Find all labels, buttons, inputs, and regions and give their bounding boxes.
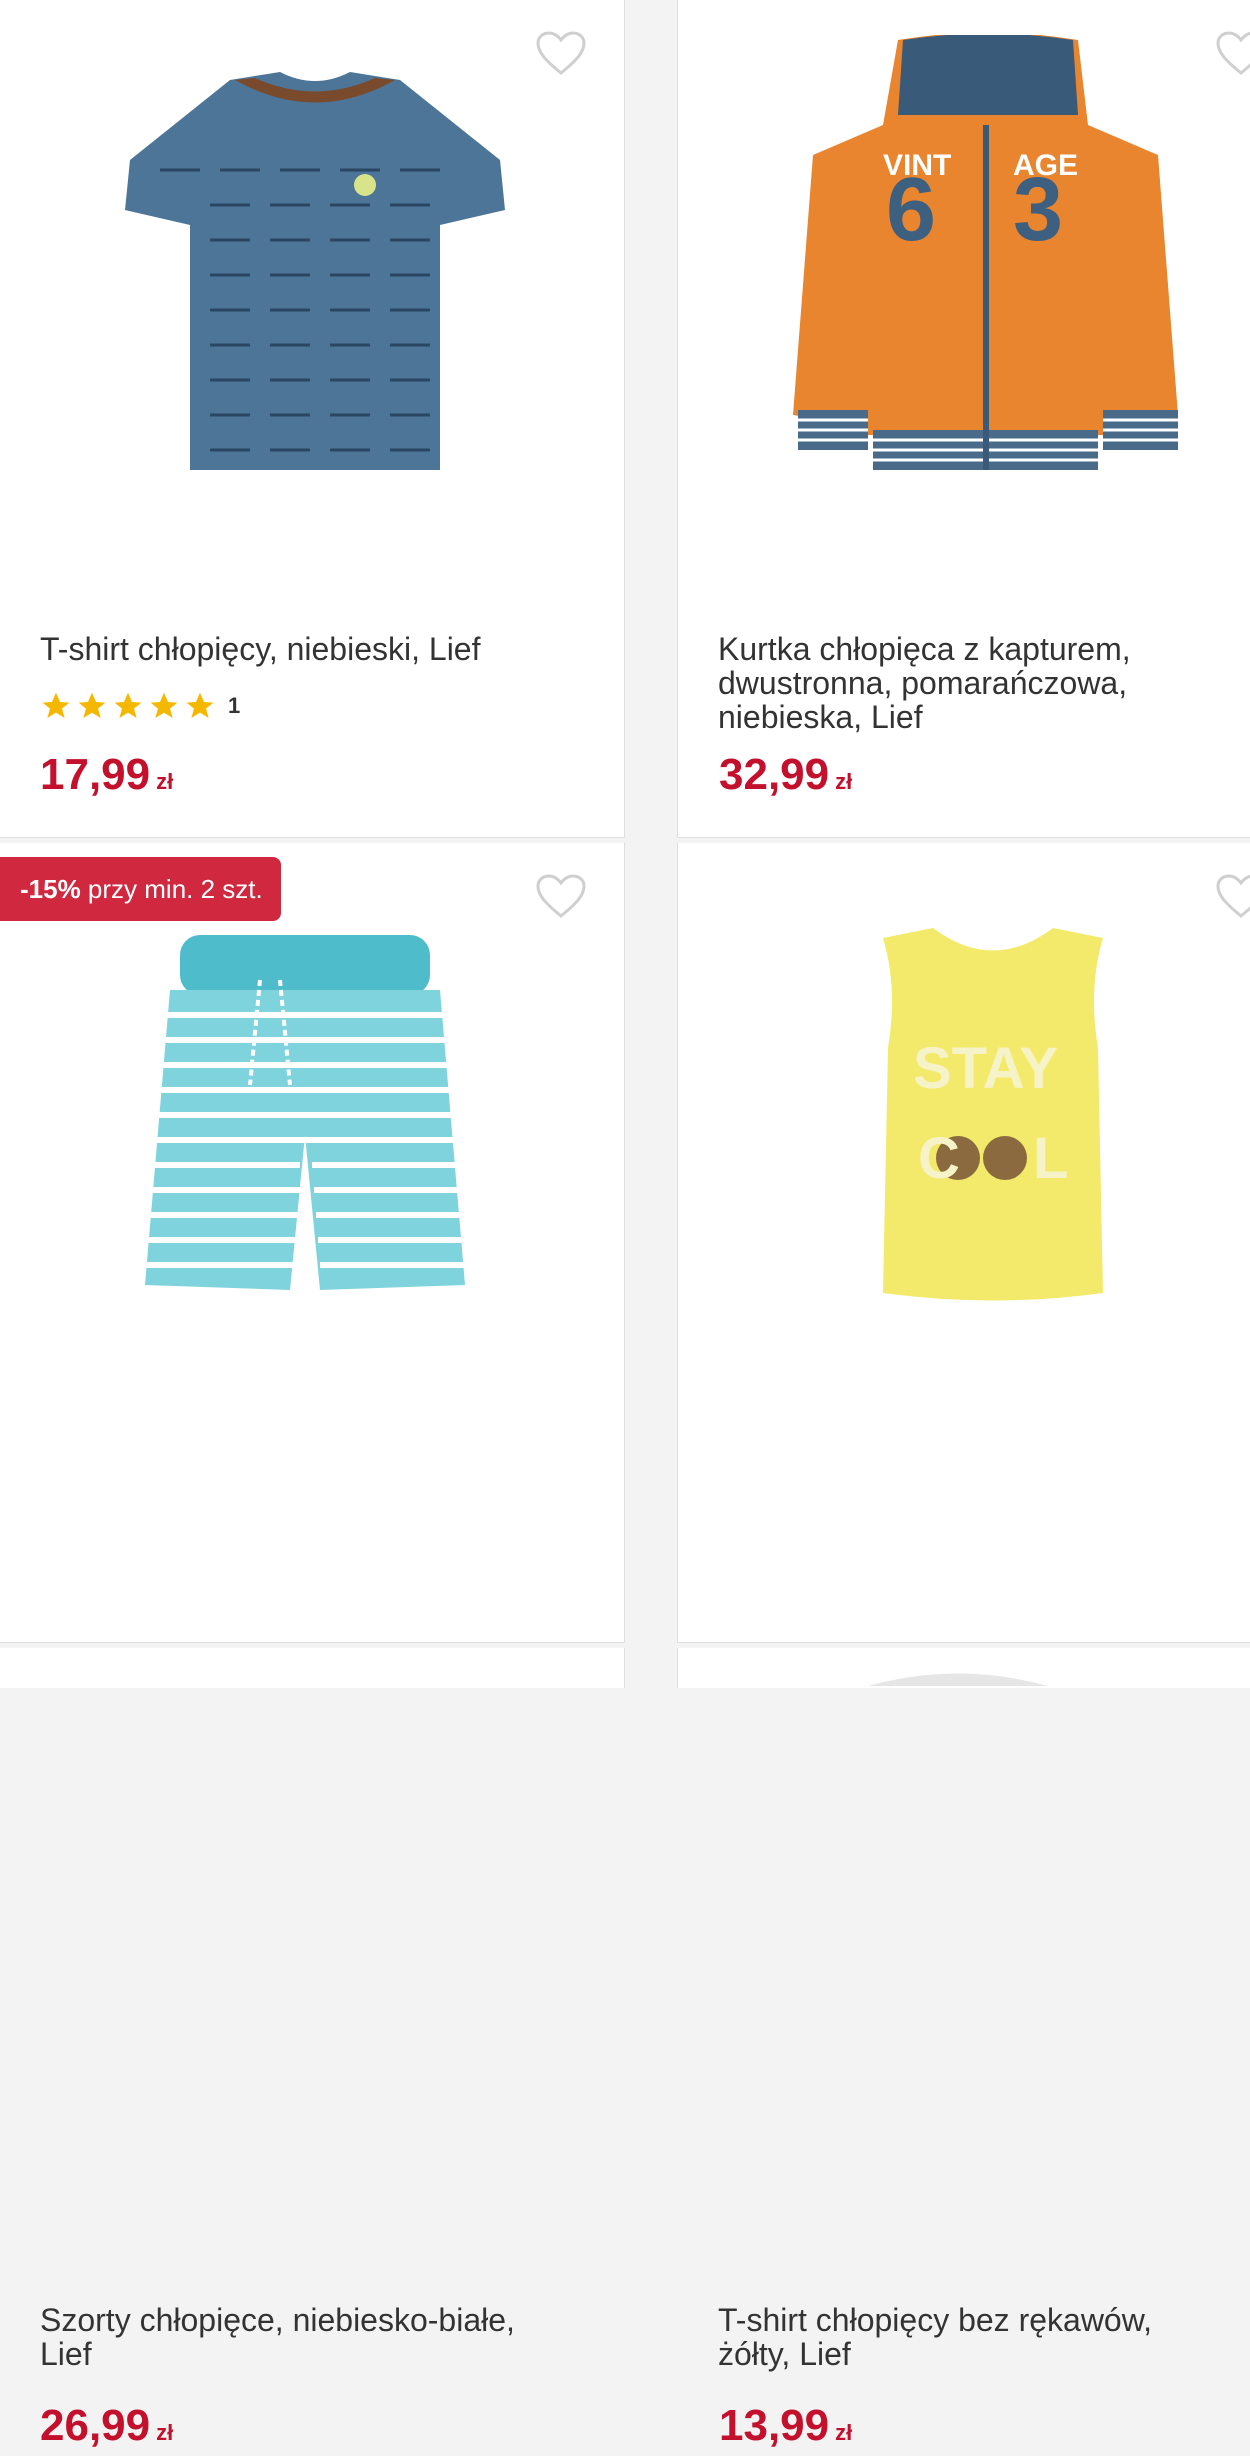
product-card-2[interactable]: 6 3 VINT AGE Kurtka chłopięca z kapturem… — [677, 0, 1250, 838]
price-value: 32,99 — [719, 750, 830, 799]
product-image-blue-tshirt[interactable] — [120, 60, 510, 480]
product-card-4[interactable]: STAY C L T-shirt chłopięcy bez rękawów, … — [677, 843, 1250, 2449]
product-title[interactable]: Kurtka chłopięca z kapturem, dwustronna,… — [718, 632, 1238, 734]
price-value: 13,99 — [719, 2401, 830, 2450]
heart-icon[interactable] — [535, 30, 587, 76]
product-title[interactable]: Szorty chłopięce, niebiesko-białe, Lief — [40, 2303, 560, 2371]
svg-text:VINT: VINT — [883, 149, 951, 182]
star-icon — [42, 692, 70, 718]
title-line: dwustronna, pomarańczowa, — [718, 665, 1128, 701]
product-image-partial — [868, 1673, 1048, 1686]
product-image-yellow-tank[interactable]: STAY C L — [873, 928, 1113, 1308]
product-price: 13,99 zł — [719, 2403, 852, 2456]
title-line: Szorty chłopięce, niebiesko-białe, — [40, 2302, 515, 2338]
rating: 1 — [40, 690, 240, 722]
title-line: Lief — [40, 2336, 92, 2372]
promo-badge-discount: -15% — [20, 874, 81, 904]
price-value: 26,99 — [40, 2401, 151, 2450]
heart-icon[interactable] — [535, 873, 587, 919]
svg-text:AGE: AGE — [1013, 149, 1078, 182]
currency: zł — [835, 769, 853, 794]
title-line: niebieska, Lief — [718, 699, 923, 735]
product-price: 32,99 zł — [719, 752, 852, 805]
currency: zł — [835, 2420, 853, 2445]
promo-badge: -15% przy min. 2 szt. — [0, 857, 281, 921]
star-icon — [186, 692, 214, 718]
title-line: Kurtka chłopięca z kapturem, — [718, 631, 1131, 667]
heart-icon[interactable] — [1215, 30, 1250, 76]
product-title[interactable]: T-shirt chłopięcy bez rękawów, żółty, Li… — [718, 2303, 1238, 2371]
product-price: 17,99 zł — [40, 752, 173, 805]
title-line: żółty, Lief — [718, 2336, 851, 2372]
star-icon — [150, 692, 178, 718]
product-card-3[interactable]: Szorty chłopięce, niebiesko-białe, Lief … — [0, 843, 625, 2449]
rating-count: 1 — [228, 693, 241, 718]
heart-icon[interactable] — [1215, 873, 1250, 919]
currency: zł — [156, 2420, 174, 2445]
product-card-6-partial[interactable] — [677, 1648, 1250, 1688]
product-price: 26,99 zł — [40, 2403, 173, 2456]
product-title[interactable]: T-shirt chłopięcy, niebieski, Lief — [40, 632, 560, 666]
svg-text:C: C — [918, 1126, 960, 1191]
price-value: 17,99 — [40, 750, 151, 799]
product-image-striped-shorts[interactable] — [140, 935, 470, 1315]
product-image-orange-hoodie[interactable]: 6 3 VINT AGE — [788, 35, 1183, 475]
star-icon — [78, 692, 106, 718]
svg-text:STAY: STAY — [913, 1036, 1058, 1101]
currency: zł — [156, 769, 174, 794]
star-icon — [114, 692, 142, 718]
title-line: T-shirt chłopięcy bez rękawów, — [718, 2302, 1152, 2338]
svg-text:L: L — [1033, 1126, 1068, 1191]
product-card-5-partial[interactable] — [0, 1648, 625, 1688]
promo-badge-text: przy min. 2 szt. — [80, 874, 263, 904]
product-card-1[interactable]: T-shirt chłopięcy, niebieski, Lief 1 17,… — [0, 0, 625, 838]
